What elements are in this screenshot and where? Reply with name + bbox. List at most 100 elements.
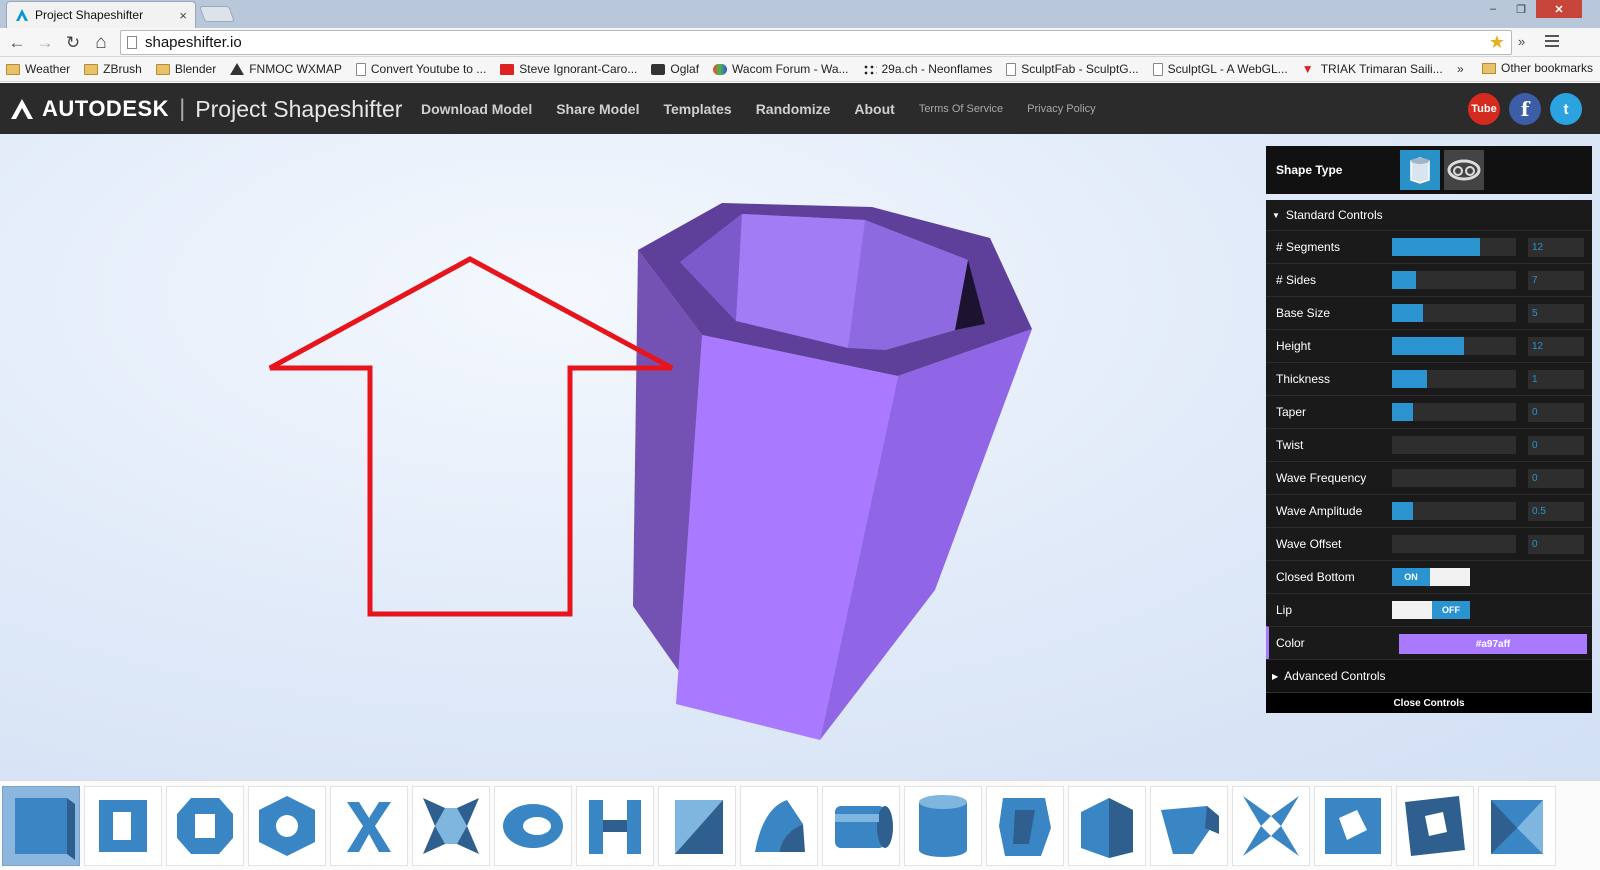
lip-toggle[interactable]: OFF <box>1392 601 1470 619</box>
other-bookmarks[interactable]: Other bookmarks <box>1482 61 1593 75</box>
folder-icon <box>6 63 20 75</box>
wave-amplitude-slider[interactable] <box>1392 502 1516 520</box>
template-thumbnail[interactable] <box>658 786 736 866</box>
template-thumbnail[interactable] <box>330 786 408 866</box>
bookmark-item[interactable]: Wacom Forum - Wa... <box>713 62 849 76</box>
num-segments-slider[interactable] <box>1392 238 1516 256</box>
template-thumbnail[interactable] <box>166 786 244 866</box>
page-icon <box>127 36 137 49</box>
browser-toolbar: ← → ↻ ⌂ shapeshifter.io ★ » <box>0 28 1600 57</box>
base-size-value-input[interactable]: 5 <box>1528 304 1584 323</box>
template-thumbnail[interactable] <box>740 786 818 866</box>
wave-amplitude-value-input[interactable]: 0.5 <box>1528 502 1584 521</box>
close-controls-button[interactable]: Close Controls <box>1266 692 1592 713</box>
bookmark-item[interactable]: Oglaf <box>651 62 699 76</box>
wave-frequency-slider[interactable] <box>1392 469 1516 487</box>
tab-close-icon[interactable]: × <box>179 8 187 23</box>
template-thumbnail[interactable] <box>904 786 982 866</box>
template-thumbnail[interactable] <box>248 786 326 866</box>
new-tab-button[interactable] <box>199 6 235 22</box>
url-text[interactable]: shapeshifter.io <box>145 34 242 51</box>
browser-tab[interactable]: Project Shapeshifter × <box>6 1 196 28</box>
bookmarks-overflow-icon[interactable]: » <box>1457 62 1464 76</box>
template-thumbnail[interactable] <box>494 786 572 866</box>
bookmark-item[interactable]: Blender <box>155 62 216 76</box>
advanced-controls-header[interactable]: ▶ Advanced Controls <box>1266 659 1592 692</box>
dots-icon <box>862 63 877 75</box>
twitter-icon[interactable]: t <box>1550 93 1582 125</box>
maximize-button[interactable]: ❐ <box>1508 0 1534 18</box>
template-thumbnail[interactable] <box>1478 786 1556 866</box>
bookmark-item[interactable]: ▼ TRIAK Trimaran Saili... <box>1302 62 1443 76</box>
nav-about[interactable]: About <box>854 101 894 117</box>
thickness-slider-fill <box>1392 370 1427 388</box>
home-icon[interactable]: ⌂ <box>90 32 112 54</box>
bookmark-item[interactable]: SculptGL - A WebGL... <box>1152 62 1288 76</box>
window-close-button[interactable]: ✕ <box>1536 0 1582 18</box>
shape-type-torus-button[interactable] <box>1444 150 1484 190</box>
wave-offset-slider[interactable] <box>1392 535 1516 553</box>
height-slider[interactable] <box>1392 337 1516 355</box>
reload-icon[interactable]: ↻ <box>62 32 84 54</box>
facebook-icon[interactable]: f <box>1509 93 1541 125</box>
num-sides-label: # Sides <box>1276 273 1317 287</box>
bookmark-item[interactable]: FNMOC WXMAP <box>230 62 342 76</box>
nav-randomize[interactable]: Randomize <box>756 101 831 117</box>
shape-type-vase-button[interactable] <box>1400 150 1440 190</box>
brand[interactable]: AUTODESK | Project Shapeshifter <box>10 95 402 123</box>
nav-download-model[interactable]: Download Model <box>421 101 532 117</box>
bookmark-item[interactable]: ZBrush <box>84 62 142 76</box>
bookmark-label: Steve Ignorant-Caro... <box>519 62 638 76</box>
template-thumbnail[interactable] <box>822 786 900 866</box>
template-thumbnail[interactable] <box>84 786 162 866</box>
template-thumbnail[interactable] <box>1396 786 1474 866</box>
chrome-menu-icon[interactable] <box>1545 35 1559 48</box>
bookmark-label: Weather <box>25 62 71 76</box>
forward-arrow-icon[interactable]: → <box>34 32 56 54</box>
bookmark-item[interactable]: SculptFab - SculptG... <box>1006 62 1139 76</box>
num-segments-value-input[interactable]: 12 <box>1528 238 1584 257</box>
standard-controls-header[interactable]: ▼ Standard Controls <box>1266 200 1592 230</box>
thickness-slider[interactable] <box>1392 370 1516 388</box>
height-value-input[interactable]: 12 <box>1528 337 1584 356</box>
num-sides-slider[interactable] <box>1392 271 1516 289</box>
extensions-overflow-icon[interactable]: » <box>1518 34 1525 49</box>
back-arrow-icon[interactable]: ← <box>6 32 28 54</box>
twist-slider[interactable] <box>1392 436 1516 454</box>
nav-share-model[interactable]: Share Model <box>556 101 639 117</box>
wave-frequency-value-input[interactable]: 0 <box>1528 469 1584 488</box>
bookmark-item[interactable]: Weather <box>6 62 70 76</box>
num-sides-value-input[interactable]: 7 <box>1528 271 1584 290</box>
nav-templates[interactable]: Templates <box>663 101 731 117</box>
app-header: AUTODESK | Project Shapeshifter Download… <box>0 83 1600 134</box>
wave-offset-value-input[interactable]: 0 <box>1528 535 1584 554</box>
address-bar[interactable]: shapeshifter.io ★ <box>120 30 1512 55</box>
bookmark-item[interactable]: Convert Youtube to ... <box>355 62 486 76</box>
nav-privacy-policy[interactable]: Privacy Policy <box>1027 103 1095 115</box>
brand-name: AUTODESK <box>42 96 170 121</box>
template-thumbnail[interactable] <box>2 786 80 866</box>
nav-terms-of-service[interactable]: Terms Of Service <box>919 103 1003 115</box>
template-thumbnail[interactable] <box>986 786 1064 866</box>
base-size-slider[interactable] <box>1392 304 1516 322</box>
template-thumbnail[interactable] <box>1150 786 1228 866</box>
twist-value-input[interactable]: 0 <box>1528 436 1584 455</box>
template-thumbnail[interactable] <box>576 786 654 866</box>
bookmark-item[interactable]: Steve Ignorant-Caro... <box>500 62 637 76</box>
template-thumbnail[interactable] <box>1314 786 1392 866</box>
standard-controls-label: Standard Controls <box>1285 208 1383 222</box>
youtube-icon[interactable]: Tube <box>1468 93 1500 125</box>
thickness-value-input[interactable]: 1 <box>1528 370 1584 389</box>
taper-value-input[interactable]: 0 <box>1528 403 1584 422</box>
closed-bottom-toggle[interactable]: ON <box>1392 568 1470 586</box>
bookmark-label: Oglaf <box>670 62 700 76</box>
folder-icon <box>1482 62 1496 74</box>
template-thumbnail[interactable] <box>412 786 490 866</box>
color-picker[interactable]: #a97aff <box>1399 634 1587 654</box>
taper-slider[interactable] <box>1392 403 1516 421</box>
minimize-button[interactable]: – <box>1480 0 1506 18</box>
bookmark-star-icon[interactable]: ★ <box>1489 32 1505 53</box>
template-thumbnail[interactable] <box>1232 786 1310 866</box>
template-thumbnail[interactable] <box>1068 786 1146 866</box>
bookmark-item[interactable]: 29a.ch - Neonflames <box>862 62 992 76</box>
